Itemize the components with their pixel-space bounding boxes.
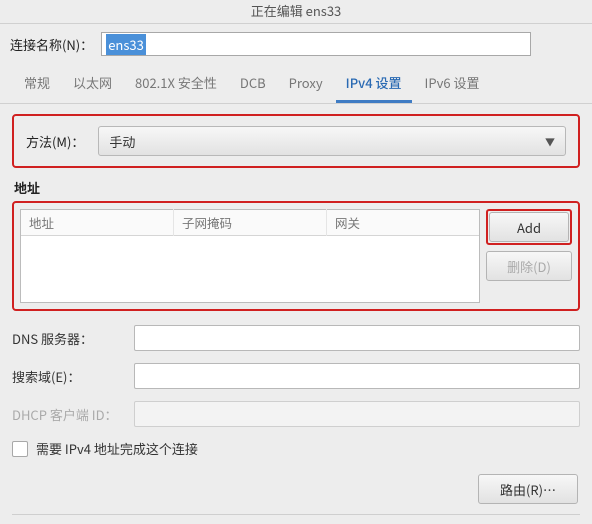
method-value: 手动: [109, 132, 135, 151]
require-ipv4-label: 需要 IPv4 地址完成这个连接: [36, 439, 198, 458]
dhcp-row: DHCP 客户端 ID：: [12, 401, 580, 427]
tab-proxy[interactable]: Proxy: [279, 65, 333, 103]
window-title: 正在编辑 ens33: [0, 0, 592, 24]
col-netmask[interactable]: 子网掩码: [174, 209, 327, 236]
add-button[interactable]: Add: [489, 212, 569, 242]
col-address[interactable]: 地址: [21, 209, 174, 236]
addresses-highlight: 地址 子网掩码 网关 Add 删除(D): [12, 201, 580, 311]
dhcp-input: [134, 401, 580, 427]
dhcp-label: DHCP 客户端 ID：: [12, 405, 134, 424]
tab-general[interactable]: 常规: [14, 65, 60, 103]
addresses-table[interactable]: 地址 子网掩码 网关: [20, 209, 480, 303]
tab-ethernet[interactable]: 以太网: [63, 65, 122, 103]
require-ipv4-row: 需要 IPv4 地址完成这个连接: [12, 439, 580, 458]
dns-label: DNS 服务器：: [12, 329, 134, 348]
connection-name-row: 连接名称(N)： ens33: [0, 24, 592, 66]
tab-dcb[interactable]: DCB: [230, 65, 276, 103]
footer-separator: [12, 514, 580, 524]
tab-ipv6[interactable]: IPv6 设置: [415, 65, 490, 103]
addresses-header: 地址 子网掩码 网关: [21, 210, 479, 236]
dns-row: DNS 服务器：: [12, 325, 580, 351]
add-highlight: Add: [486, 209, 572, 245]
search-label: 搜索域(E)：: [12, 367, 134, 386]
connection-name-label: 连接名称(N)：: [10, 35, 93, 54]
chevron-down-icon: ▼: [545, 134, 555, 149]
addresses-title: 地址: [14, 178, 578, 197]
tab-bar: 常规 以太网 802.1X 安全性 DCB Proxy IPv4 设置 IPv6…: [0, 66, 592, 104]
connection-name-value: ens33: [106, 34, 146, 55]
tab-ipv4[interactable]: IPv4 设置: [336, 65, 412, 103]
addresses-buttons: Add 删除(D): [486, 209, 572, 303]
tab-panel-ipv4: 方法(M)： 手动 ▼ 地址 地址 子网掩码 网关 Add 删除(D) DNS …: [0, 104, 592, 524]
method-label: 方法(M)：: [26, 132, 84, 151]
routes-button[interactable]: 路由(R)…: [478, 474, 578, 504]
search-input[interactable]: [134, 363, 580, 389]
routes-row: 路由(R)…: [12, 474, 580, 504]
method-highlight: 方法(M)： 手动 ▼: [12, 114, 580, 168]
search-row: 搜索域(E)：: [12, 363, 580, 389]
connection-name-input[interactable]: ens33: [101, 32, 531, 56]
method-combo[interactable]: 手动 ▼: [98, 126, 566, 156]
tab-8021x[interactable]: 802.1X 安全性: [125, 65, 227, 103]
require-ipv4-checkbox[interactable]: [12, 441, 28, 457]
col-gateway[interactable]: 网关: [327, 209, 479, 236]
dns-input[interactable]: [134, 325, 580, 351]
delete-button[interactable]: 删除(D): [486, 251, 572, 281]
